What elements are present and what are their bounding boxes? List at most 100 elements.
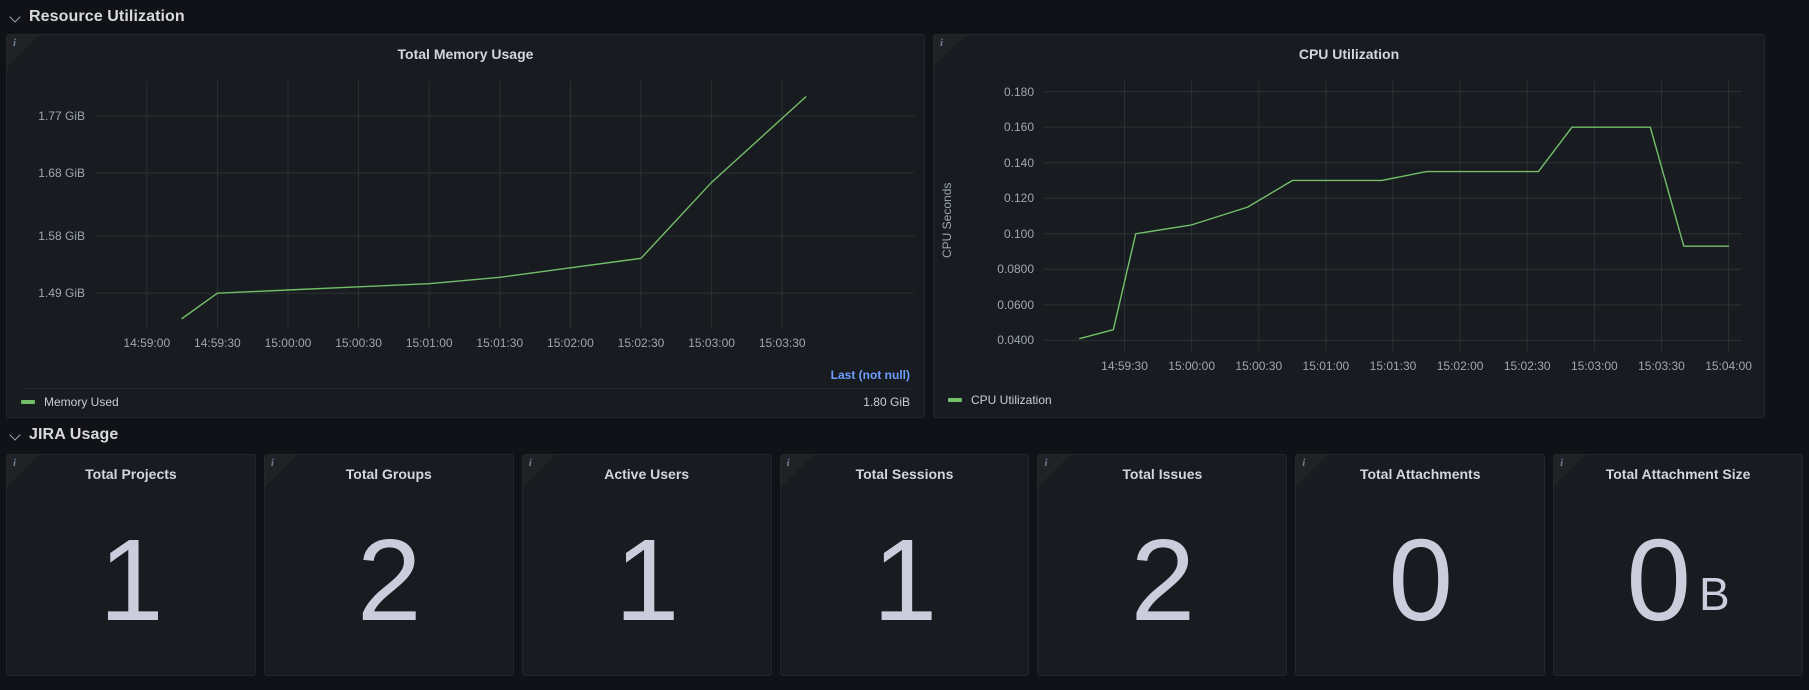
stat-value-wrap: 1: [7, 485, 255, 675]
y-axis-tick-label: 0.120: [1003, 191, 1034, 206]
memory-chart-plot[interactable]: 1.77 GiB 1.68 GiB 1.58 GiB 1.49 GiB 14:59:00…: [7, 67, 924, 362]
chevron-down-icon[interactable]: [10, 429, 22, 441]
info-icon[interactable]: i: [1560, 458, 1563, 469]
cpu-chart-plot[interactable]: 0.180 0.160 0.140 0.120 0.100 0.0800 0.0600 0.0…: [934, 67, 1764, 385]
info-icon[interactable]: i: [271, 458, 274, 469]
info-icon[interactable]: i: [529, 458, 532, 469]
panel-description-corner[interactable]: [1554, 455, 1587, 487]
y-axis-tick-label: 0.0400: [997, 333, 1034, 348]
grafana-dashboard: Resource Utilization i Total Memory Usag…: [0, 0, 1809, 690]
info-icon[interactable]: i: [1044, 458, 1047, 469]
stat-value-wrap: 2: [265, 485, 513, 675]
panel-description-corner[interactable]: [7, 35, 39, 67]
row-header-resource-utilization[interactable]: Resource Utilization: [6, 0, 1803, 34]
x-axis-tick-label: 15:03:00: [688, 336, 735, 350]
info-icon[interactable]: i: [13, 38, 16, 49]
panel-description-corner[interactable]: [780, 455, 813, 487]
stat-value-wrap: 0B: [1554, 485, 1802, 675]
y-axis-tick-label: 1.68 GiB: [38, 165, 85, 180]
row-title: Resource Utilization: [29, 8, 185, 25]
x-axis-tick-label: 15:00:30: [1235, 359, 1283, 373]
legend-sort-header[interactable]: Last (not null): [21, 368, 910, 388]
x-axis-tick-label: 15:02:30: [617, 336, 665, 350]
info-icon[interactable]: i: [787, 458, 790, 469]
x-axis-tick-label: 14:59:30: [194, 336, 241, 350]
stat-panel[interactable]: i Total Groups 2: [263, 454, 514, 676]
stat-panel[interactable]: i Total Projects 1: [6, 454, 256, 676]
x-axis-tick-label: 15:00:30: [335, 336, 382, 350]
panel-description-corner[interactable]: [1038, 455, 1071, 487]
panel-description-corner[interactable]: [934, 35, 966, 67]
x-axis-tick-label: 14:59:30: [1101, 359, 1148, 373]
info-icon[interactable]: i: [1302, 458, 1305, 469]
row-header-jira-usage[interactable]: JIRA Usage: [6, 418, 1803, 452]
panel-description-corner[interactable]: [264, 455, 297, 487]
stat-panels-row: i Total Projects 1 i Total Groups 2 i Active Us…: [6, 454, 1804, 676]
y-axis-tick-label: 0.160: [1003, 120, 1034, 135]
panel-cpu-utilization[interactable]: i CPU Utilization 0.180 0.160 0.140 0.120 0.…: [933, 34, 1765, 418]
y-axis-tick-label: 1.77 GiB: [38, 108, 85, 123]
panel-title: Total Attachment Size: [1605, 466, 1751, 482]
stat-panel[interactable]: i Total Issues 2: [1037, 454, 1288, 676]
stat-panel[interactable]: i Total Attachment Size 0 B: [1553, 454, 1804, 676]
stat-value: 1: [99, 515, 164, 645]
stat-unit: B: [1699, 568, 1730, 620]
panel-description-corner[interactable]: [1296, 455, 1329, 487]
panel-description-corner[interactable]: [7, 455, 39, 487]
stat-value-wrap: 1: [523, 485, 771, 675]
stat-value: 0: [1388, 515, 1453, 645]
y-axis-tick-label: 0.140: [1003, 155, 1034, 170]
stat-value: 2: [357, 515, 422, 645]
stat-value-wrap: 1: [781, 485, 1029, 675]
stat-panel[interactable]: i Total Attachments 0: [1295, 454, 1546, 676]
legend-color-swatch[interactable]: [21, 400, 35, 404]
stat-value-wrap: 0: [1296, 485, 1544, 675]
x-axis-tick-label: 15:04:00: [1705, 359, 1752, 373]
row-title: JIRA Usage: [29, 426, 119, 443]
timeseries-row: i Total Memory Usage 1.77 GiB 1.68 GiB 1.5…: [6, 34, 1803, 418]
stat-panel[interactable]: i Active Users 1: [521, 454, 772, 676]
legend-series-value: 1.80 GiB: [863, 395, 910, 409]
series-line: [1079, 126, 1730, 340]
series-line: [181, 96, 807, 320]
stat-panel[interactable]: i Total Sessions 1: [779, 454, 1030, 676]
panel-title: Active Users: [604, 466, 690, 482]
y-axis-tick-label: 0.100: [1003, 226, 1034, 241]
stat-value: 2: [1130, 515, 1196, 645]
stat-value: 0: [1626, 515, 1691, 645]
x-axis-tick-label: 15:02:00: [547, 336, 594, 350]
info-icon[interactable]: i: [940, 38, 943, 49]
x-axis-tick-label: 15:02:30: [1503, 359, 1551, 373]
y-axis-tick-label: 0.0800: [997, 262, 1034, 277]
x-axis-tick-label: 15:01:00: [1302, 359, 1350, 373]
panel-title: Total Groups: [345, 466, 432, 482]
y-axis-tick-label: 1.58 GiB: [38, 229, 85, 244]
x-axis-tick-label: 15:01:30: [1369, 359, 1417, 373]
legend-series-name: Memory Used: [44, 395, 119, 409]
legend-item-memory-used[interactable]: Memory Used 1.80 GiB: [21, 388, 910, 409]
x-axis-tick-label: 15:00:00: [264, 336, 312, 350]
panel-title: CPU Utilization: [1298, 46, 1400, 62]
memory-legend: Last (not null) Memory Used 1.80 GiB: [7, 368, 924, 409]
y-axis-tick-label: 1.49 GiB: [38, 286, 85, 301]
panel-total-memory-usage[interactable]: i Total Memory Usage 1.77 GiB 1.68 GiB 1.5…: [6, 34, 925, 418]
panel-title: Total Issues: [1122, 466, 1203, 482]
panel-title: Total Attachments: [1359, 466, 1481, 482]
x-axis-tick-label: 15:00:00: [1168, 359, 1215, 373]
x-axis-tick-label: 14:59:00: [123, 336, 171, 350]
chevron-down-icon[interactable]: [10, 11, 22, 23]
stat-value: 1: [614, 515, 680, 645]
legend-series-name: CPU Utilization: [971, 393, 1052, 407]
stat-value-wrap: 2: [1038, 485, 1286, 675]
x-axis-tick-label: 15:03:30: [758, 336, 806, 350]
cpu-legend: CPU Utilization: [934, 393, 1052, 407]
x-axis-tick-label: 15:03:00: [1570, 359, 1618, 373]
panel-description-corner[interactable]: [522, 455, 555, 487]
cpu-chart-svg: [1044, 81, 1742, 351]
legend-color-swatch[interactable]: [948, 398, 962, 402]
y-axis-title: CPU Seconds: [940, 182, 954, 258]
memory-chart-svg: [95, 81, 914, 328]
x-axis-tick-label: 15:02:00: [1436, 359, 1484, 373]
info-icon[interactable]: i: [13, 458, 16, 469]
y-axis-tick-label: 0.0600: [997, 297, 1034, 312]
